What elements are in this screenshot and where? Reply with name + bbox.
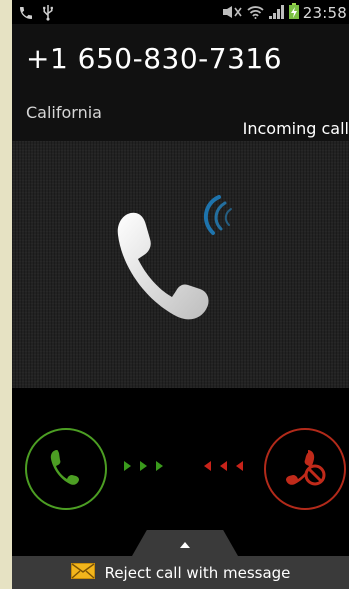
phone-icon bbox=[48, 447, 84, 491]
battery-charging-icon bbox=[288, 3, 299, 23]
caller-location: California bbox=[26, 103, 102, 122]
reject-with-message-bar[interactable]: Reject call with message bbox=[12, 556, 349, 589]
call-icon bbox=[18, 5, 34, 25]
caller-number: +1 650-830-7316 bbox=[26, 42, 283, 75]
wifi-icon bbox=[247, 4, 264, 23]
signal-icon bbox=[268, 4, 285, 23]
usb-icon bbox=[42, 4, 54, 25]
phone-reject-icon bbox=[282, 447, 328, 491]
reject-with-message-label: Reject call with message bbox=[104, 563, 291, 582]
reject-message-handle[interactable] bbox=[132, 530, 238, 556]
ringing-ripple-icon bbox=[187, 189, 247, 253]
caller-photo-area bbox=[12, 141, 349, 388]
chevron-up-icon bbox=[180, 542, 190, 548]
accept-swipe-arrows bbox=[124, 461, 163, 471]
caller-info: +1 650-830-7316 California Incoming call bbox=[12, 24, 349, 141]
reject-call-button[interactable] bbox=[264, 428, 346, 510]
answer-controls bbox=[12, 388, 349, 533]
mute-icon bbox=[221, 4, 243, 23]
reject-swipe-arrows bbox=[204, 461, 243, 471]
status-bar: 23:58 bbox=[12, 0, 349, 24]
clock: 23:58 bbox=[302, 4, 347, 22]
call-screen: 23:58 +1 650-830-7316 California Incomin… bbox=[12, 0, 349, 589]
call-status: Incoming call bbox=[242, 119, 349, 138]
accept-call-button[interactable] bbox=[25, 428, 107, 510]
envelope-icon bbox=[70, 562, 95, 583]
